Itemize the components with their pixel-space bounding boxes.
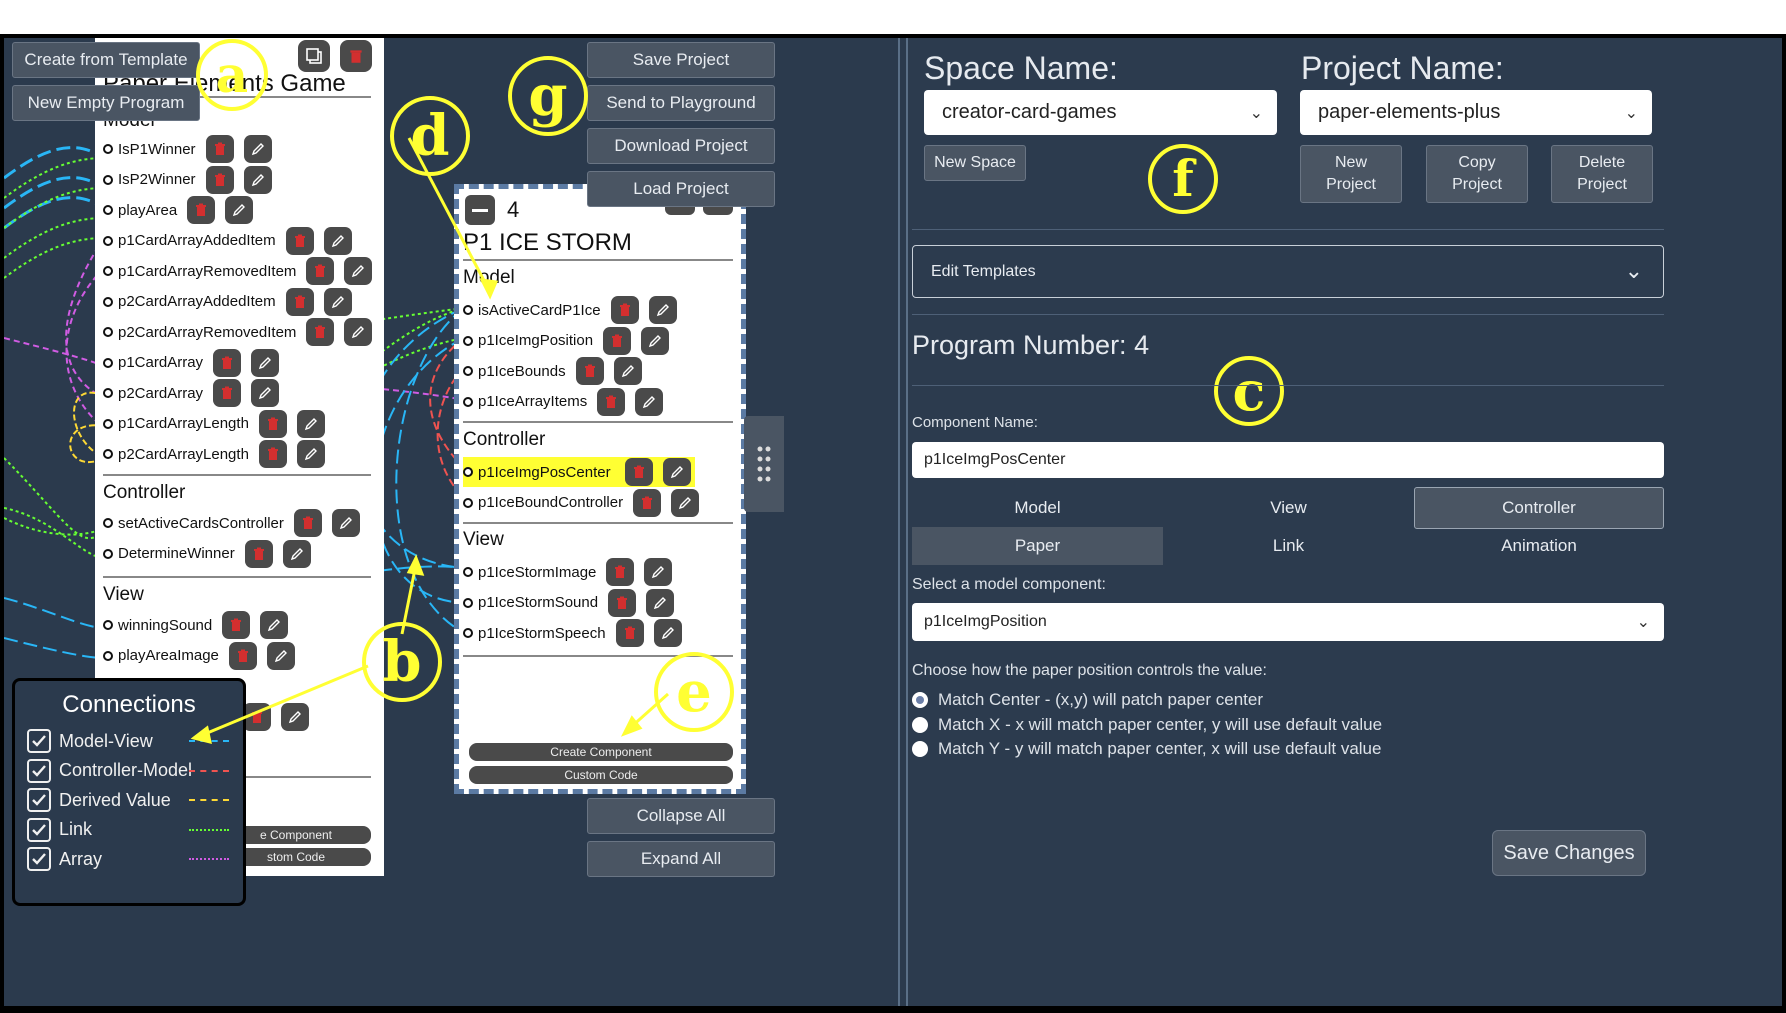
annotation-a: a [196,39,268,111]
annotation-g: g [508,56,588,136]
annotation-d: d [390,96,470,176]
tab-link[interactable]: Link [1163,527,1414,565]
chevron-down-icon: ⌄ [1249,104,1263,122]
new-space-button[interactable]: New Space [924,145,1026,181]
radio-button[interactable] [912,692,928,708]
annotation-arrows [190,137,670,745]
annotation-e: e [654,652,734,732]
radio-match-x[interactable]: Match X - x will match paper center, y w… [912,715,1382,735]
save-changes-button[interactable]: Save Changes [1492,830,1646,876]
chevron-down-icon: ⌄ [1636,614,1650,631]
annotation-b: b [362,622,442,702]
annotation-c: c [1214,356,1284,426]
radio-match-y[interactable]: Match Y - y will match paper center, x w… [912,739,1381,759]
tab-animation[interactable]: Animation [1414,527,1664,565]
project-name-label: Project Name: [1301,50,1504,86]
choose-label: Choose how the paper position controls t… [912,662,1267,679]
radio-button[interactable] [912,741,928,757]
copy-project-button[interactable]: Copy Project [1426,145,1528,203]
annotation-f: f [1148,144,1218,214]
tab-paper[interactable]: Paper [912,527,1163,565]
model-component-select[interactable]: p1IceImgPosition ⌄ [912,603,1664,641]
tab-model[interactable]: Model [912,487,1163,529]
select-model-label: Select a model component: [912,576,1106,593]
new-project-button[interactable]: New Project [1300,145,1402,203]
properties-panel: Space Name: Project Name: creator-card-g… [908,38,1782,1006]
space-name-label: Space Name: [924,50,1118,86]
radio-button[interactable] [912,717,928,733]
tab-view[interactable]: View [1163,487,1414,529]
panel-divider[interactable] [898,38,908,1006]
graph-canvas[interactable]: Paper Elements Game Model Model IsP1Winn… [4,38,902,1006]
tab-controller[interactable]: Controller [1414,487,1664,529]
space-select[interactable]: creator-card-games ⌄ [924,90,1277,135]
program-number-heading: Program Number: 4 [912,330,1150,360]
edit-templates-accordion[interactable]: Edit Templates ⌄ [912,245,1664,298]
delete-project-button[interactable]: Delete Project [1551,145,1653,203]
project-select[interactable]: paper-elements-plus ⌄ [1300,90,1652,135]
chevron-down-icon: ⌄ [1624,258,1643,283]
radio-match-center[interactable]: Match Center - (x,y) will patch paper ce… [912,690,1263,710]
chevron-down-icon: ⌄ [1624,104,1638,122]
component-name-input[interactable]: p1IceImgPosCenter [912,442,1664,478]
component-name-label: Component Name: [912,414,1038,431]
